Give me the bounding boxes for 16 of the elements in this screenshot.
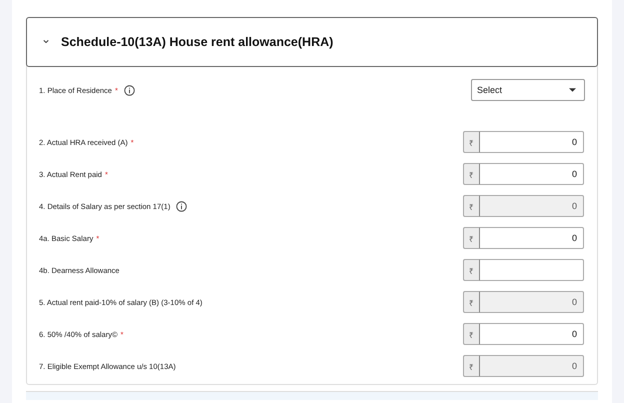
- amount-input[interactable]: 0: [480, 131, 584, 153]
- section-header[interactable]: ⌄ Schedule-10(13A) House rent allowance(HRA): [26, 17, 598, 67]
- rupee-prefix: ₹: [463, 163, 480, 185]
- amount-input[interactable]: 0: [480, 227, 584, 249]
- rupee-prefix: ₹: [463, 323, 480, 345]
- select-dropdown[interactable]: Select: [471, 79, 585, 101]
- amount-input[interactable]: 0: [480, 163, 584, 185]
- rupee-prefix: ₹: [463, 291, 480, 313]
- rupee-prefix: ₹: [463, 131, 480, 153]
- rupee-prefix: ₹: [463, 355, 480, 377]
- rupee-prefix: ₹: [463, 227, 480, 249]
- rupee-prefix: ₹: [463, 259, 480, 281]
- chevron-icon[interactable]: ⌄: [41, 33, 53, 45]
- rupee-prefix: ₹: [463, 195, 480, 217]
- amount-input[interactable]: 0: [480, 323, 584, 345]
- section-title: Schedule-10(13A) House rent allowance(HRA): [61, 35, 334, 49]
